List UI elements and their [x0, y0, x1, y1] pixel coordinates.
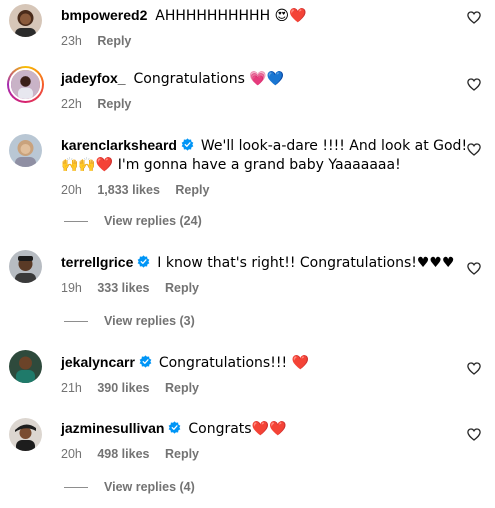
comment-body: terrellgrice I know that's right!! Congr… — [61, 253, 455, 295]
heart-outline-icon[interactable] — [467, 143, 481, 156]
comment-item: terrellgrice I know that's right!! Congr… — [0, 244, 495, 334]
likes-count[interactable]: 1,833 likes — [97, 183, 160, 197]
comment-line: terrellgrice I know that's right!! Congr… — [61, 253, 455, 273]
replies-divider — [64, 486, 88, 488]
avatar-photo — [9, 134, 42, 167]
comment-meta: 19h 333 likes Reply — [61, 281, 455, 295]
view-replies-label: View replies (3) — [104, 314, 195, 328]
username[interactable]: karenclarksheard — [61, 137, 177, 153]
comment-line: karenclarksheard We'll look-a-dare !!!! … — [61, 136, 467, 156]
timestamp: 21h — [61, 381, 82, 395]
comment-meta: 21h 390 likes Reply — [61, 381, 455, 395]
comments-list: bmpowered2 AHHHHHHHHHH 😍❤️ 23h Reply jad… — [0, 0, 495, 508]
avatar[interactable] — [9, 134, 42, 167]
heart-outline-icon[interactable] — [467, 428, 481, 441]
comment-meta: 20h 498 likes Reply — [61, 447, 455, 461]
likes-count[interactable]: 333 likes — [97, 281, 149, 295]
comment-text: I know that's right!! Congratulations!♥♥… — [157, 255, 455, 271]
reply-button[interactable]: Reply — [97, 97, 131, 111]
timestamp: 20h — [61, 447, 82, 461]
comment-line: jekalyncarr Congratulations!!! ❤️ — [61, 353, 455, 373]
view-replies-button[interactable]: View replies (3) — [64, 314, 195, 328]
timestamp: 22h — [61, 97, 82, 111]
comment-text: We'll look-a-dare !!!! And look at God! — [200, 138, 468, 154]
username[interactable]: bmpowered2 — [61, 7, 147, 23]
comment-meta: 23h Reply — [61, 34, 455, 48]
replies-divider — [64, 220, 88, 222]
username[interactable]: jadeyfox_ — [61, 70, 126, 86]
view-replies-label: View replies (4) — [104, 480, 195, 494]
view-replies-button[interactable]: View replies (24) — [64, 214, 202, 228]
timestamp: 23h — [61, 34, 82, 48]
verified-badge-icon — [139, 355, 152, 368]
avatar-photo — [9, 250, 42, 283]
likes-count[interactable]: 498 likes — [97, 447, 149, 461]
heart-outline-icon[interactable] — [467, 11, 481, 24]
reply-button[interactable]: Reply — [165, 381, 199, 395]
comment-line: jazminesullivan Congrats❤️❤️ — [61, 419, 455, 439]
comment-item: karenclarksheard We'll look-a-dare !!!! … — [0, 128, 495, 238]
avatar[interactable] — [7, 66, 44, 103]
comment-item: jazminesullivan Congrats❤️❤️ 20h 498 lik… — [0, 410, 495, 508]
timestamp: 20h — [61, 183, 82, 197]
comment-text: Congratulations!!! ❤️ — [158, 355, 309, 371]
avatar-story-ring — [9, 68, 42, 101]
avatar-photo — [9, 350, 42, 383]
heart-outline-icon[interactable] — [467, 262, 481, 275]
avatar-photo — [9, 4, 42, 37]
comment-meta: 20h 1,833 likes Reply — [61, 183, 455, 197]
comment-text: Congratulations 💗💙 — [133, 71, 285, 87]
reply-button[interactable]: Reply — [165, 281, 199, 295]
comment-body: jazminesullivan Congrats❤️❤️ 20h 498 lik… — [61, 419, 455, 461]
comment-text: AHHHHHHHHHH 😍❤️ — [155, 8, 307, 24]
avatar[interactable] — [9, 4, 42, 37]
view-replies-button[interactable]: View replies (4) — [64, 480, 195, 494]
comment-body: bmpowered2 AHHHHHHHHHH 😍❤️ 23h Reply — [61, 6, 455, 48]
avatar-photo — [9, 418, 42, 451]
verified-badge-icon — [169, 421, 181, 434]
reply-button[interactable]: Reply — [165, 447, 199, 461]
avatar[interactable] — [9, 350, 42, 383]
likes-count[interactable]: 390 likes — [97, 381, 149, 395]
reply-button[interactable]: Reply — [175, 183, 209, 197]
username[interactable]: terrellgrice — [61, 254, 133, 270]
heart-outline-icon[interactable] — [467, 362, 481, 375]
verified-badge-icon — [138, 255, 150, 268]
verified-badge-icon — [181, 138, 194, 151]
username[interactable]: jazminesullivan — [61, 420, 164, 436]
avatar-photo — [11, 70, 40, 99]
comment-body: jekalyncarr Congratulations!!! ❤️ 21h 39… — [61, 353, 455, 395]
timestamp: 19h — [61, 281, 82, 295]
comment-line: jadeyfox_ Congratulations 💗💙 — [61, 69, 455, 89]
replies-divider — [64, 320, 88, 322]
avatar[interactable] — [9, 250, 42, 283]
username[interactable]: jekalyncarr — [61, 354, 135, 370]
comment-meta: 22h Reply — [61, 97, 455, 111]
avatar[interactable] — [9, 418, 42, 451]
comment-body: jadeyfox_ Congratulations 💗💙 22h Reply — [61, 69, 455, 111]
comment-text: Congrats❤️❤️ — [188, 421, 287, 437]
comment-item: bmpowered2 AHHHHHHHHHH 😍❤️ 23h Reply — [0, 0, 495, 50]
comment-item: jekalyncarr Congratulations!!! ❤️ 21h 39… — [0, 344, 495, 404]
comment-body: karenclarksheard We'll look-a-dare !!!! … — [61, 136, 467, 197]
comment-item: jadeyfox_ Congratulations 💗💙 22h Reply — [0, 60, 495, 120]
view-replies-label: View replies (24) — [104, 214, 202, 228]
comment-text-line-2: 🙌🙌❤️ I'm gonna have a grand baby Yaaaaaa… — [61, 157, 401, 173]
reply-button[interactable]: Reply — [97, 34, 131, 48]
comment-line: bmpowered2 AHHHHHHHHHH 😍❤️ — [61, 6, 455, 26]
heart-outline-icon[interactable] — [467, 78, 481, 91]
